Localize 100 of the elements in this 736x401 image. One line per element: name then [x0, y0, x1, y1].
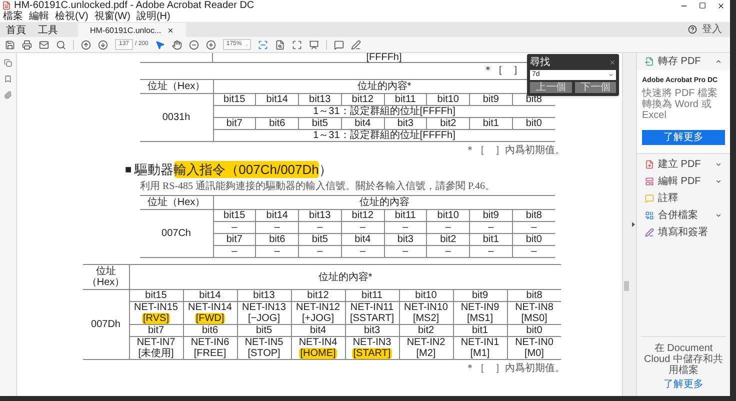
close-tab-icon[interactable] [167, 26, 174, 34]
table-cell: – [360, 246, 366, 257]
tool-item[interactable]: 轉存 PDF [637, 53, 730, 70]
table-cell: bit12 [352, 94, 374, 105]
tab[interactable]: 工具 [32, 23, 64, 37]
table-cell: bit2 [418, 325, 434, 336]
learn-more-link[interactable]: 了解更多 [664, 379, 704, 390]
tool-item[interactable]: 編輯 PDF [637, 173, 730, 190]
fit-page-icon[interactable] [275, 40, 286, 50]
table-cell: – [531, 246, 537, 257]
close-icon[interactable] [717, 2, 725, 10]
table-cell: – [274, 222, 280, 233]
signal-value: [MS2] [412, 313, 440, 324]
bullet: ■ [125, 163, 132, 178]
zoom-out-icon[interactable] [189, 40, 200, 50]
tool-item[interactable]: 合併檔案 [637, 207, 730, 224]
table-cell: [FFFFh] [366, 53, 402, 62]
previous-page-icon[interactable] [81, 40, 91, 50]
cloud-text: 在 Document Cloud 中儲存和共用檔案 [643, 343, 724, 376]
table-cell: 1～31：設定群組的位址[FFFFh] [313, 130, 456, 141]
caret-icon [608, 72, 614, 78]
signal-name: NET-IN12 [296, 302, 340, 313]
signal-value: [M2] [415, 348, 437, 359]
table-cell: bit3 [397, 118, 414, 129]
footnote: ＊［ ］內爲初期值。 [465, 363, 565, 374]
mail-icon[interactable] [39, 40, 49, 50]
table-cell: bit0 [526, 118, 542, 129]
dialog-title: 尋找 [530, 57, 550, 68]
table-cell: – [274, 246, 280, 257]
pages-icon[interactable] [4, 59, 12, 67]
footnote: ＊［ ］ [483, 65, 523, 76]
tool-item[interactable]: 註釋 [637, 190, 730, 207]
save-icon[interactable] [5, 40, 15, 50]
file-export-icon [645, 57, 654, 66]
signal-value: [START] [352, 348, 392, 359]
comment-icon[interactable] [334, 40, 344, 50]
help-icon[interactable] [688, 25, 697, 34]
chevron-down-icon [715, 178, 722, 185]
sign-in-link[interactable]: 登入 [702, 23, 722, 36]
signal-value: [M0] [524, 348, 545, 359]
table-cell: bit9 [472, 290, 488, 301]
tool-item[interactable]: 建立 PDF [637, 156, 730, 173]
bookmark-icon[interactable] [4, 75, 12, 83]
learn-more-button[interactable]: 了解更多 [642, 130, 725, 145]
menu-item[interactable]: 檔案 [3, 11, 23, 22]
table-cell: 1～31：設定群組的位址[FFFFh] [313, 106, 456, 117]
table-cell: bit0 [526, 325, 542, 336]
table-cell: – [488, 246, 494, 257]
footnote: ＊［ ］內爲初期值。 [465, 145, 565, 156]
tab[interactable]: 首頁 [0, 23, 32, 37]
menu-item[interactable]: 視窗(W) [94, 11, 130, 22]
signal-name: NET-IN13 [242, 302, 286, 313]
signal-value: [−JOG] [247, 313, 281, 324]
table-cell: – [488, 222, 494, 233]
table-cell: bit11 [394, 210, 416, 221]
tool-item[interactable]: 填寫和簽署 [637, 224, 730, 241]
table-cell: bit1 [482, 118, 499, 129]
signal-value: [SSTART] [348, 313, 396, 324]
scrollbar[interactable] [622, 53, 630, 396]
signal-value: [RVS] [142, 313, 170, 324]
search-icon[interactable] [56, 40, 66, 50]
window-title: HM-60191C.unlocked.pdf - Adobe Acrobat Reader DC [14, 0, 256, 11]
tab[interactable]: HM-60191C.unloc... [78, 23, 186, 37]
table-cell: bit7 [226, 234, 242, 245]
signal-name: NET-IN4 [298, 337, 338, 348]
fit-width-icon[interactable] [258, 40, 268, 50]
table-cell: bit4 [354, 118, 371, 129]
signal-value: [M1] [469, 348, 491, 359]
pen-icon [645, 228, 654, 237]
table-cell: bit13 [309, 210, 331, 221]
table-cell: bit11 [394, 94, 416, 105]
table-cell: bit14 [199, 290, 221, 301]
signal-name: NET-IN6 [190, 337, 230, 348]
paperclip-icon[interactable] [4, 91, 12, 99]
table-cell: bit5 [256, 325, 272, 336]
select-arrow-icon[interactable] [155, 40, 166, 50]
next-page-icon[interactable] [98, 40, 108, 50]
menu-item[interactable]: 說明(H) [136, 11, 170, 22]
menu-item[interactable]: 檢視(V) [55, 11, 88, 22]
table-cell: bit15 [224, 94, 246, 105]
menu-item[interactable]: 編輯 [29, 11, 49, 22]
print-icon[interactable] [22, 40, 32, 50]
pen-icon[interactable] [351, 40, 362, 50]
file-plus-icon [645, 160, 654, 169]
maximize-icon[interactable] [699, 2, 706, 9]
chevron-down-icon [715, 212, 722, 219]
table-cell: – [317, 246, 323, 257]
table-cell: bit8 [526, 210, 542, 221]
signal-name: NET-IN9 [460, 302, 500, 313]
table-cell: bit12 [352, 210, 374, 221]
hand-icon[interactable] [172, 40, 182, 50]
table-cell: bit13 [253, 290, 275, 301]
signal-name: NET-IN7 [136, 337, 176, 348]
zoom-in-icon[interactable] [206, 40, 216, 50]
chevron-down-icon [715, 161, 722, 168]
table-cell: – [232, 222, 238, 233]
read-mode-icon[interactable] [309, 40, 320, 50]
full-screen-icon[interactable] [292, 40, 302, 50]
signal-name: NET-IN8 [515, 302, 554, 313]
table-cell: – [317, 222, 323, 233]
